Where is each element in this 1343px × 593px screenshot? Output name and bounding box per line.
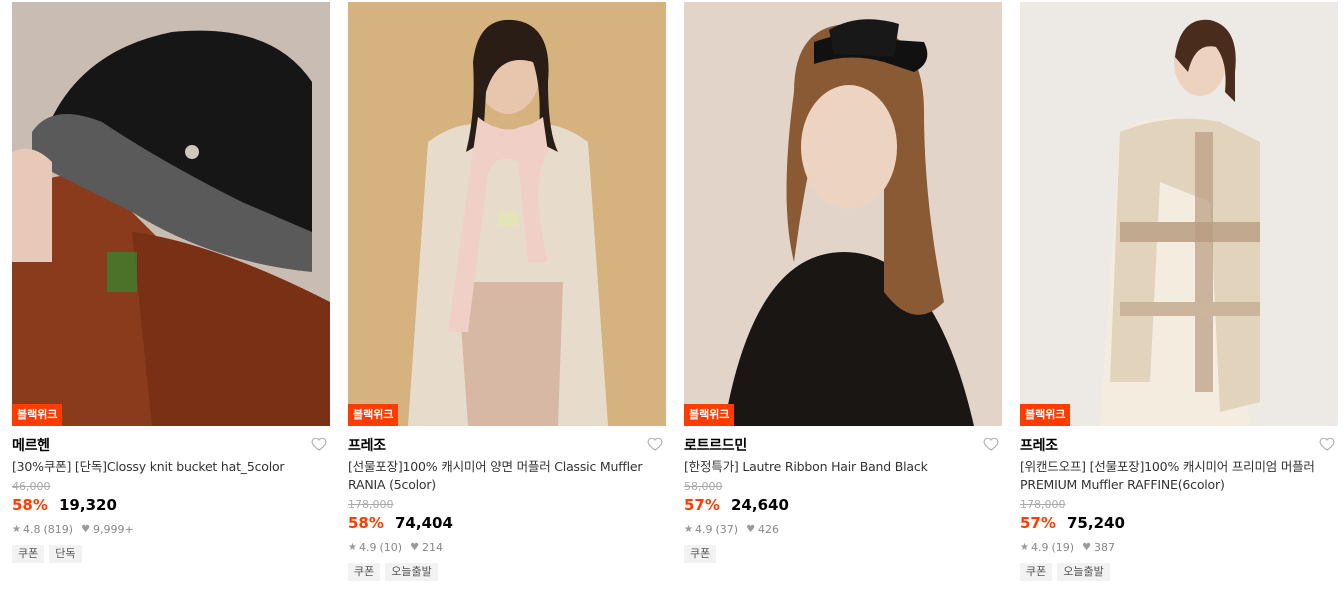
discount-rate: 58% [348,514,384,532]
product-title[interactable]: [위캔드오프] [선물포장]100% 캐시미어 프리미엄 머플러 PREMIUM… [1020,458,1338,494]
original-price: 178,000 [348,498,394,511]
product-meta: ★ 4.8 (819) ♥ 9,999+ [12,522,330,538]
tag: 오늘출발 [1057,563,1110,581]
product-grid: 블랙위크 메르헨 [30%쿠폰] [단독]Clossy knit bucket … [0,0,1343,593]
product-title[interactable]: [선물포장]100% 캐시미어 양면 머플러 Classic Muffler R… [348,458,666,494]
brand-name[interactable]: 로트르드민 [684,434,1002,458]
discount-rate: 57% [684,496,720,514]
tag: 쿠폰 [1020,563,1053,581]
tag-list: 쿠폰 오늘출발 [348,563,666,581]
review-count: (10) [379,541,403,554]
like-count: 9,999+ [93,523,134,536]
original-price: 178,000 [1020,498,1066,511]
tag-list: 쿠폰 단독 [12,545,330,563]
tag: 오늘출발 [385,563,438,581]
heart-icon: ♥ [81,524,91,535]
promo-badge: 블랙위크 [1020,404,1071,426]
product-image[interactable]: 블랙위크 [684,2,1002,426]
star-icon: ★ [348,542,357,553]
promo-badge: 블랙위크 [348,404,399,426]
tag: 쿠폰 [12,545,45,563]
review-count: (19) [1051,541,1075,554]
brand-name[interactable]: 프레조 [348,434,666,458]
product-photo-cashmere-muffler [348,2,666,426]
tag-list: 쿠폰 [684,545,1002,563]
sale-price: 19,320 [59,496,117,514]
rating-value: 4.9 [1030,541,1049,554]
like-count: 214 [422,541,444,554]
rating-value: 4.9 [694,523,713,536]
product-meta: ★ 4.9 (10) ♥ 214 [348,540,666,556]
original-price: 46,000 [12,480,51,493]
discount-rate: 58% [12,496,48,514]
product-title[interactable]: [30%쿠폰] [단독]Clossy knit bucket hat_5colo… [12,458,330,476]
star-icon: ★ [684,524,693,535]
heart-outline-icon[interactable] [311,436,327,452]
product-title[interactable]: [한정특가] Lautre Ribbon Hair Band Black [684,458,1002,476]
review-count: (819) [43,523,74,536]
like-count: 387 [1094,541,1116,554]
tag: 쿠폰 [684,545,717,563]
discount-rate: 57% [1020,514,1056,532]
product-card[interactable]: 블랙위크 프레조 [선물포장]100% 캐시미어 양면 머플러 Classic … [348,2,666,581]
heart-icon: ♥ [410,542,420,553]
heart-icon: ♥ [1082,542,1092,553]
product-meta: ★ 4.9 (37) ♥ 426 [684,522,1002,538]
product-image[interactable]: 블랙위크 [348,2,666,426]
product-card[interactable]: 블랙위크 프레조 [위캔드오프] [선물포장]100% 캐시미어 프리미엄 머플… [1020,2,1338,581]
brand-name[interactable]: 메르헨 [12,434,330,458]
sale-price: 74,404 [395,514,453,532]
product-image[interactable]: 블랙위크 [1020,2,1338,426]
product-photo-hair-band [684,2,1002,426]
tag: 쿠폰 [348,563,381,581]
product-card[interactable]: 블랙위크 로트르드민 [한정특가] Lautre Ribbon Hair Ban… [684,2,1002,563]
product-meta: ★ 4.9 (19) ♥ 387 [1020,540,1338,556]
tag: 단독 [49,545,82,563]
heart-outline-icon[interactable] [647,436,663,452]
product-card[interactable]: 블랙위크 메르헨 [30%쿠폰] [단독]Clossy knit bucket … [12,2,330,563]
sale-price: 75,240 [1067,514,1125,532]
sale-price: 24,640 [731,496,789,514]
original-price: 58,000 [684,480,723,493]
product-image[interactable]: 블랙위크 [12,2,330,426]
star-icon: ★ [12,524,21,535]
tag-list: 쿠폰 오늘출발 [1020,563,1338,581]
product-photo-bucket-hat [12,2,330,426]
brand-name[interactable]: 프레조 [1020,434,1338,458]
promo-badge: 블랙위크 [684,404,735,426]
product-photo-premium-muffler [1020,2,1338,426]
heart-outline-icon[interactable] [1319,436,1335,452]
like-count: 426 [758,523,780,536]
rating-value: 4.9 [358,541,377,554]
star-icon: ★ [1020,542,1029,553]
review-count: (37) [715,523,739,536]
heart-icon: ♥ [746,524,756,535]
rating-value: 4.8 [22,523,41,536]
heart-outline-icon[interactable] [983,436,999,452]
promo-badge: 블랙위크 [12,404,63,426]
